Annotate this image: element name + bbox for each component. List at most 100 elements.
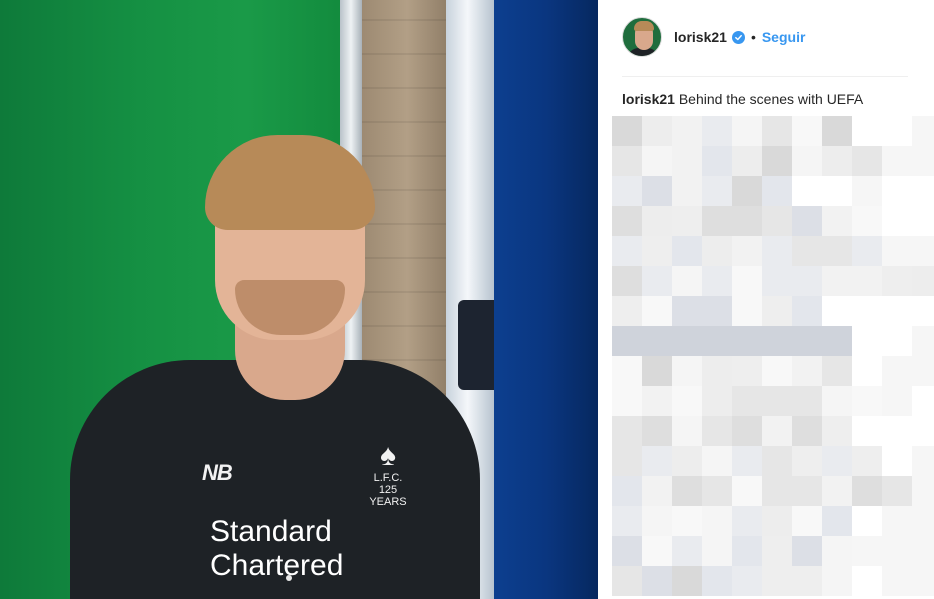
pixel-block — [762, 446, 792, 476]
pixel-block — [882, 566, 912, 596]
pixel-block — [642, 206, 672, 236]
pixel-block — [732, 506, 762, 536]
pixel-block — [822, 566, 852, 596]
pixel-block — [852, 566, 882, 596]
pixel-block — [642, 416, 672, 446]
pixelated-row — [612, 506, 934, 536]
hair — [205, 135, 375, 230]
pixel-block — [882, 206, 912, 236]
pixel-block — [732, 116, 762, 146]
pixel-block — [732, 266, 762, 296]
pixel-block — [882, 236, 912, 266]
pixel-block — [672, 416, 702, 446]
pixel-block — [672, 506, 702, 536]
post-photo[interactable]: NB ♠ L.F.C. 125 YEARS Standard Chartered — [0, 0, 598, 599]
pixel-block — [822, 176, 852, 206]
pixel-block — [672, 116, 702, 146]
pixel-block — [702, 176, 732, 206]
pixel-block — [732, 176, 762, 206]
pixel-block — [762, 146, 792, 176]
pixel-block — [732, 236, 762, 266]
pixel-block — [762, 416, 792, 446]
pixelated-row — [612, 326, 934, 356]
pixel-block — [912, 446, 934, 476]
pixelated-row — [612, 146, 934, 176]
pixelated-row — [612, 536, 934, 566]
pixel-block — [612, 176, 642, 206]
pixel-block — [792, 146, 822, 176]
pixelated-row — [612, 416, 934, 446]
pixel-block — [732, 146, 762, 176]
pixel-block — [702, 386, 732, 416]
pixel-block — [822, 446, 852, 476]
caption-text: Behind the scenes with UEFA — [678, 91, 864, 107]
pixelated-row — [612, 266, 934, 296]
pixel-block — [732, 476, 762, 506]
caption-username[interactable]: lorisk21 — [622, 91, 675, 107]
pixel-block — [822, 536, 852, 566]
pixel-block — [882, 296, 912, 326]
pixel-block — [822, 386, 852, 416]
pixel-block — [672, 326, 702, 356]
pixel-block — [672, 236, 702, 266]
pixel-block — [612, 266, 642, 296]
pixel-block — [672, 446, 702, 476]
pixel-block — [612, 236, 642, 266]
pixel-block — [672, 266, 702, 296]
pixel-block — [852, 146, 882, 176]
pixel-block — [702, 116, 732, 146]
pixel-block — [822, 206, 852, 236]
pixel-block — [792, 356, 822, 386]
pixel-block — [822, 356, 852, 386]
pixel-block — [702, 206, 732, 236]
pixelated-row — [612, 476, 934, 506]
pixel-block — [912, 506, 934, 536]
avatar-hair — [634, 21, 654, 31]
pixel-block — [642, 296, 672, 326]
pixel-block — [882, 146, 912, 176]
sponsor-line-1: Standard — [210, 515, 332, 548]
pixel-block — [822, 476, 852, 506]
pixel-block — [642, 536, 672, 566]
pixel-block — [702, 146, 732, 176]
pixel-block — [852, 296, 882, 326]
pixel-block — [672, 386, 702, 416]
pixel-block — [642, 116, 672, 146]
avatar[interactable] — [622, 17, 662, 57]
pixel-block — [672, 356, 702, 386]
pixel-block — [702, 536, 732, 566]
pixel-block — [912, 206, 934, 236]
pixel-block — [732, 296, 762, 326]
pixel-block — [912, 266, 934, 296]
pixelated-row — [612, 566, 934, 596]
pixel-block — [762, 236, 792, 266]
pixel-block — [612, 386, 642, 416]
follow-button[interactable]: Seguir — [762, 29, 806, 45]
pixel-block — [762, 506, 792, 536]
pixel-block — [822, 116, 852, 146]
pixel-block — [612, 506, 642, 536]
pixel-block — [792, 236, 822, 266]
pixel-block — [852, 536, 882, 566]
pixel-block — [822, 296, 852, 326]
pixel-block — [792, 296, 822, 326]
liver-bird-icon: ♠ — [380, 439, 396, 472]
pixel-block — [912, 326, 934, 356]
pixel-block — [882, 386, 912, 416]
pixel-block — [822, 506, 852, 536]
pixel-block — [642, 566, 672, 596]
pixel-block — [732, 206, 762, 236]
post-sidebar: lorisk21 • Seguir lorisk21 Behind the sc… — [598, 0, 934, 599]
pixel-block — [672, 296, 702, 326]
pixel-block — [822, 326, 852, 356]
pixel-block — [792, 206, 822, 236]
post-header: lorisk21 • Seguir — [622, 16, 805, 58]
verified-badge-icon — [731, 30, 745, 44]
pixel-block — [702, 476, 732, 506]
crest-years: 125 YEARS — [369, 484, 407, 508]
pixel-block — [642, 506, 672, 536]
username-link[interactable]: lorisk21 — [674, 29, 727, 45]
pixel-block — [792, 176, 822, 206]
pixel-block — [642, 476, 672, 506]
pixel-block — [852, 116, 882, 146]
